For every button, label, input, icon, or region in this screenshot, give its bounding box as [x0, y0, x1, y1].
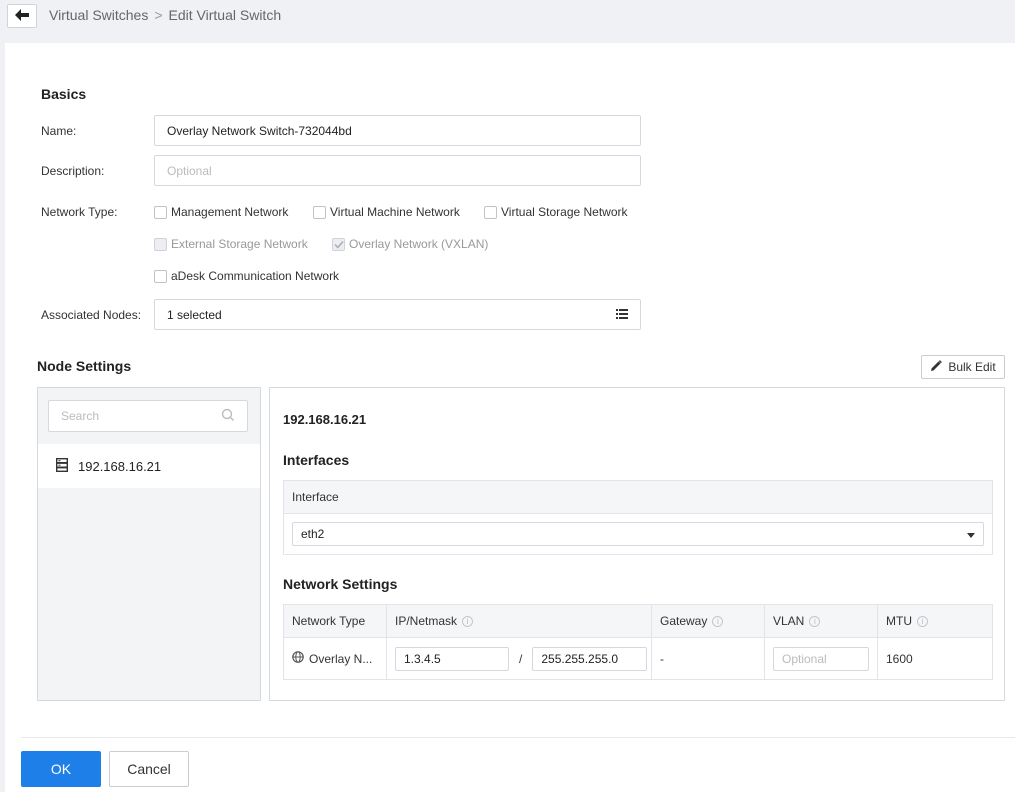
- checkbox-management-network[interactable]: Management Network: [154, 205, 288, 219]
- network-type-label: Network Type:: [41, 205, 118, 219]
- column-header-label: Gateway: [660, 614, 708, 628]
- checkbox-label: Overlay Network (VXLAN): [349, 237, 489, 251]
- interfaces-table: Interface eth2: [283, 480, 993, 555]
- checkbox-label: Virtual Storage Network: [501, 205, 628, 219]
- footer-divider: [21, 737, 1015, 738]
- bulk-edit-button[interactable]: Bulk Edit: [921, 355, 1005, 379]
- arrow-left-icon: [15, 8, 29, 24]
- column-header-label: Network Type: [292, 614, 366, 628]
- breadcrumb-parent[interactable]: Virtual Switches: [49, 7, 148, 23]
- breadcrumb-separator: >: [154, 7, 163, 23]
- cancel-button[interactable]: Cancel: [109, 751, 189, 787]
- checkbox-box[interactable]: [154, 205, 167, 219]
- checkbox-label: Virtual Machine Network: [330, 205, 460, 219]
- column-header-network-type: Network Type: [284, 605, 387, 637]
- node-ip: 192.168.16.21: [78, 458, 162, 474]
- info-icon[interactable]: i: [809, 615, 821, 627]
- search-icon[interactable]: [221, 408, 235, 425]
- cell-vlan: Optional: [765, 638, 878, 679]
- column-header-label: MTU: [886, 614, 912, 628]
- edit-panel: Basics Name: Overlay Network Switch-7320…: [5, 43, 1015, 792]
- column-header-label: VLAN: [773, 614, 805, 628]
- server-icon: [55, 457, 69, 475]
- globe-icon: [292, 651, 304, 666]
- name-label: Name:: [41, 124, 77, 138]
- gateway-value: -: [660, 651, 664, 666]
- top-bar: Virtual Switches > Edit Virtual Switch: [0, 0, 1015, 43]
- mtu-value: 1600: [886, 651, 913, 666]
- checkbox-external-storage-network: External Storage Network: [154, 237, 308, 251]
- info-icon[interactable]: i: [462, 615, 474, 627]
- checkbox-adesk-network[interactable]: aDesk Communication Network: [154, 269, 339, 283]
- ip-input[interactable]: 1.3.4.5: [395, 646, 509, 671]
- node-list: Search 192.168.16.21: [37, 387, 261, 701]
- associated-nodes-label: Associated Nodes:: [41, 308, 142, 322]
- node-detail-ip: 192.168.16.21: [283, 412, 367, 427]
- pencil-icon: [930, 359, 943, 375]
- info-icon[interactable]: i: [712, 615, 724, 627]
- node-search-input[interactable]: Search: [48, 400, 248, 432]
- table-header-row: Network Type IP/Netmask i Gateway i VLAN…: [284, 605, 992, 638]
- column-header-gateway: Gateway i: [652, 605, 765, 637]
- name-input[interactable]: Overlay Network Switch-732044bd: [154, 115, 641, 146]
- node-detail-panel: 192.168.16.21 Interfaces Interface eth2 …: [269, 387, 1005, 701]
- search-placeholder: Search: [61, 409, 100, 423]
- node-settings-title: Node Settings: [37, 358, 132, 374]
- checkbox-box[interactable]: [313, 205, 326, 219]
- table-row: Overlay N... 1.3.4.5 / 255.255.255.0 - O…: [284, 638, 992, 679]
- column-header-ip-netmask: IP/Netmask i: [387, 605, 652, 637]
- caret-down-icon[interactable]: [967, 527, 975, 541]
- checkmark-icon: [333, 240, 344, 249]
- interfaces-title: Interfaces: [283, 452, 350, 468]
- checkbox-box[interactable]: [154, 269, 167, 283]
- back-button[interactable]: [7, 4, 37, 28]
- interface-select-value: eth2: [301, 527, 325, 541]
- checkbox-box: [332, 237, 345, 251]
- column-header-vlan: VLAN i: [765, 605, 878, 637]
- interface-column-header: Interface: [284, 481, 992, 514]
- checkbox-label: aDesk Communication Network: [171, 269, 340, 283]
- checkbox-virtual-storage-network[interactable]: Virtual Storage Network: [484, 205, 628, 219]
- checkbox-label: External Storage Network: [171, 237, 308, 251]
- netmask-input[interactable]: 255.255.255.0: [532, 646, 648, 671]
- associated-nodes-value: 1 selected: [167, 307, 222, 322]
- description-input[interactable]: Optional: [154, 155, 641, 186]
- basics-title: Basics: [41, 86, 87, 102]
- checkbox-box: [154, 237, 167, 251]
- cell-mtu: 1600: [878, 638, 992, 679]
- description-label: Description:: [41, 164, 105, 178]
- cell-network-type: Overlay N...: [284, 638, 387, 679]
- info-icon[interactable]: i: [917, 615, 928, 627]
- ok-button[interactable]: OK: [21, 751, 101, 787]
- network-type-value: Overlay N...: [309, 651, 373, 666]
- checkbox-vm-network[interactable]: Virtual Machine Network: [313, 205, 460, 219]
- network-settings-title: Network Settings: [283, 576, 398, 592]
- node-list-item[interactable]: 192.168.16.21: [38, 444, 260, 488]
- column-header-mtu: MTU i: [878, 605, 992, 637]
- cell-ip-netmask: 1.3.4.5 / 255.255.255.0: [387, 638, 652, 679]
- list-icon[interactable]: [616, 308, 628, 322]
- breadcrumb: Virtual Switches > Edit Virtual Switch: [49, 7, 281, 23]
- checkbox-box[interactable]: [484, 205, 497, 219]
- ip-netmask-separator: /: [519, 651, 523, 666]
- checkbox-overlay-network: Overlay Network (VXLAN): [332, 237, 488, 251]
- cell-gateway: -: [652, 638, 765, 679]
- network-settings-table: Network Type IP/Netmask i Gateway i VLAN…: [283, 604, 993, 680]
- checkbox-label: Management Network: [171, 205, 289, 219]
- vlan-input[interactable]: Optional: [773, 646, 869, 671]
- interface-select[interactable]: eth2: [292, 522, 984, 546]
- breadcrumb-current: Edit Virtual Switch: [168, 7, 282, 23]
- bulk-edit-label: Bulk Edit: [948, 360, 996, 374]
- column-header-label: IP/Netmask: [395, 614, 458, 628]
- associated-nodes-select[interactable]: 1 selected: [154, 299, 641, 330]
